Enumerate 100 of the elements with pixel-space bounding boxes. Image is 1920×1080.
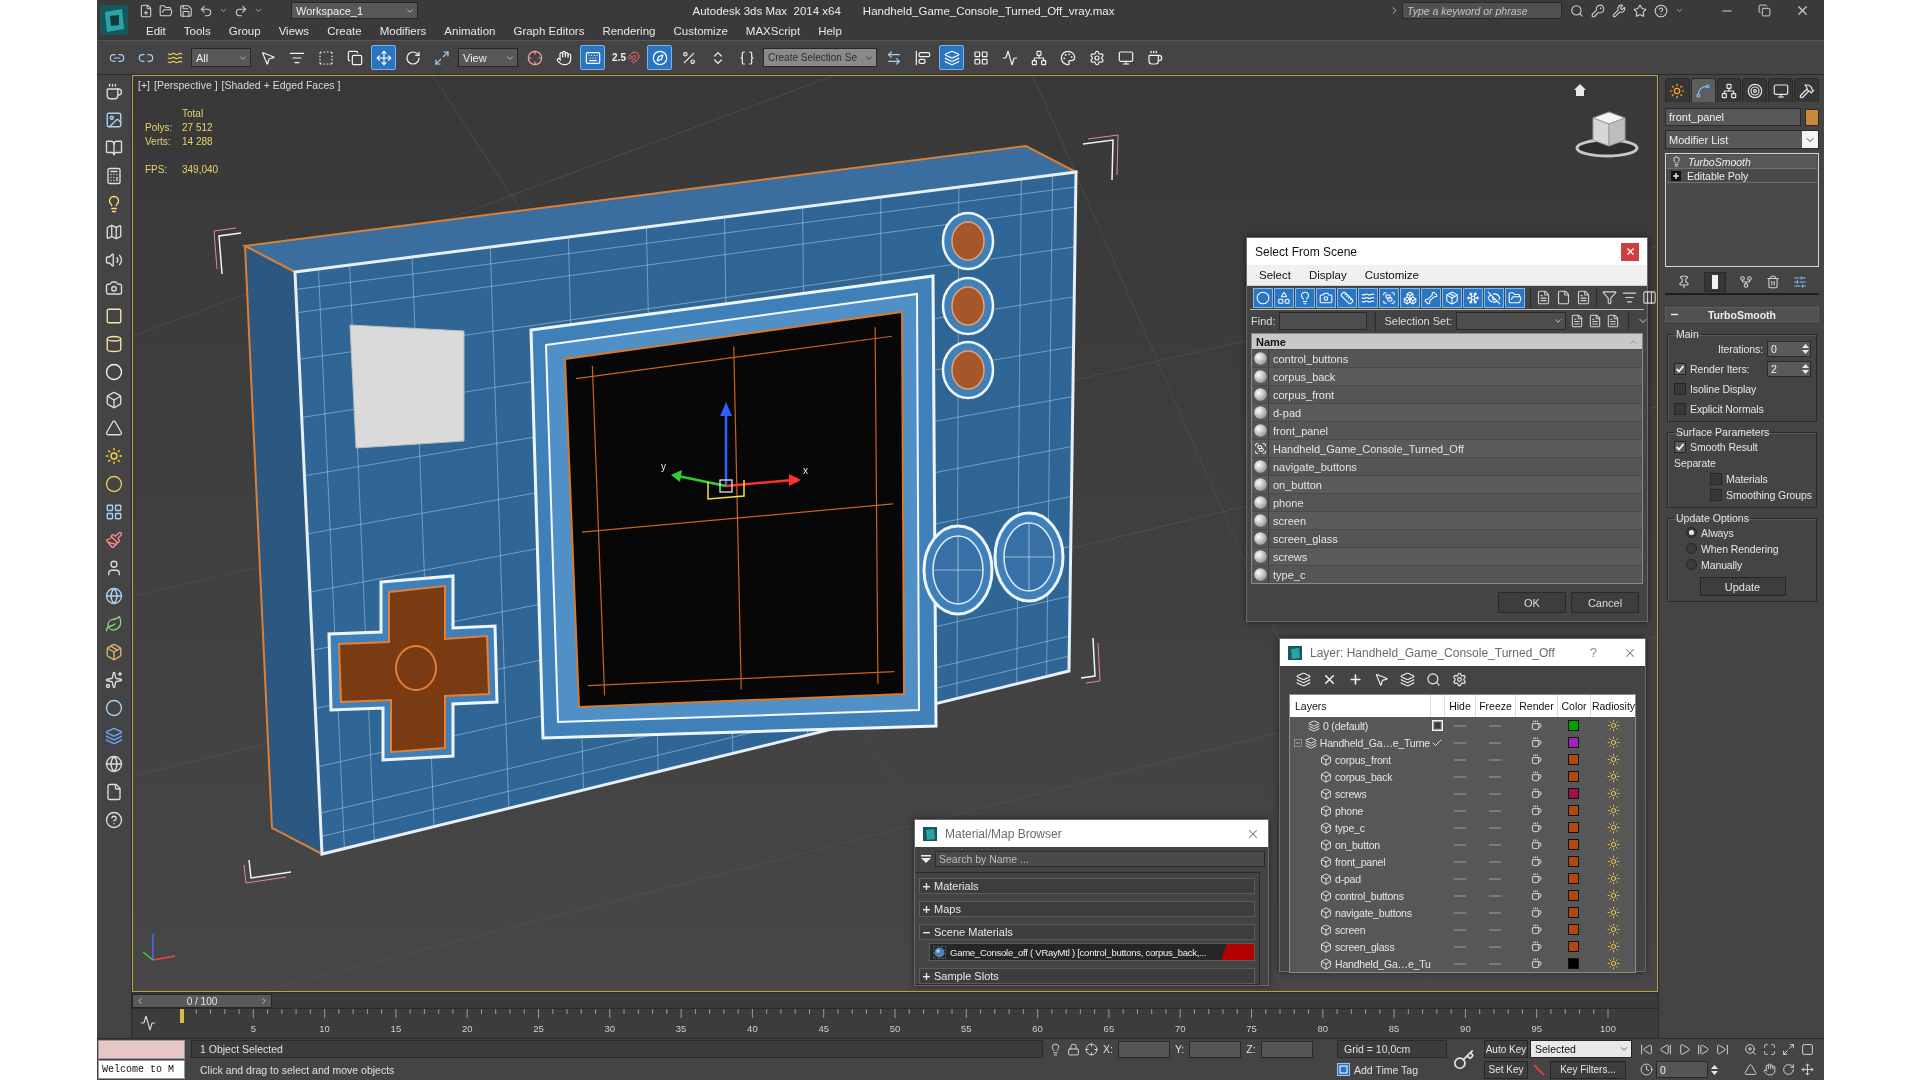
clock-icon[interactable] <box>1640 1063 1653 1077</box>
search-field[interactable]: Type a keyword or phrase <box>1402 2 1562 19</box>
cancel-button[interactable]: Cancel <box>1571 592 1639 613</box>
object-name-field[interactable]: front_panel <box>1665 108 1801 126</box>
spinner-field[interactable]: 2 <box>1767 360 1811 377</box>
triangle-icon[interactable] <box>1744 1063 1757 1077</box>
globe-icon[interactable] <box>105 587 123 605</box>
plus-icon[interactable] <box>923 972 930 980</box>
sun-icon[interactable] <box>1606 753 1620 766</box>
layers-icon[interactable] <box>1400 671 1415 687</box>
cup-icon[interactable] <box>105 83 123 101</box>
layers-icon[interactable] <box>105 727 123 745</box>
layer-object-row[interactable]: Handheld_Ga…e_Tu <box>1290 957 1430 970</box>
checkbox[interactable] <box>1674 382 1686 395</box>
swatch-icon[interactable] <box>1805 108 1819 126</box>
redo-icon[interactable] <box>234 3 248 18</box>
lock-icon[interactable] <box>1067 1042 1080 1056</box>
sun-icon[interactable] <box>1606 923 1620 936</box>
home-icon[interactable] <box>1574 84 1586 96</box>
coordinate-field[interactable] <box>1189 1040 1242 1058</box>
square-icon[interactable] <box>105 307 123 325</box>
workspace-dropdown[interactable]: Workspace_1 <box>291 2 418 19</box>
pin-icon[interactable] <box>1677 275 1692 289</box>
viewport-menu-label[interactable]: [Perspective ] <box>153 79 218 91</box>
cup-icon[interactable] <box>1530 805 1542 816</box>
object-list-row[interactable]: corpus_back <box>1252 367 1642 385</box>
crosshair-icon[interactable] <box>1085 1042 1098 1056</box>
plus-icon[interactable] <box>923 882 930 890</box>
display-tab[interactable] <box>1768 78 1794 102</box>
orbit-icon[interactable] <box>1782 1063 1795 1077</box>
coordinate-field[interactable] <box>1117 1040 1170 1058</box>
column-header[interactable]: Color <box>1557 695 1590 717</box>
help-button[interactable]: ? <box>1571 645 1615 660</box>
column-header[interactable]: Layers <box>1290 695 1430 717</box>
swatch-icon[interactable] <box>1568 788 1579 799</box>
close-icon[interactable] <box>1795 3 1810 18</box>
selection-filter-dropdown[interactable]: All <box>191 48 251 67</box>
children-filter-button[interactable] <box>1505 287 1525 308</box>
layer-object-row[interactable]: navigate_buttons <box>1290 906 1430 919</box>
angle-snap-button[interactable] <box>647 45 672 70</box>
book-icon[interactable] <box>105 139 123 157</box>
document-icon[interactable] <box>1606 314 1621 328</box>
sun-icon[interactable] <box>1606 838 1620 851</box>
object-list-row[interactable]: on_button <box>1252 475 1642 493</box>
circle-icon[interactable] <box>105 699 123 717</box>
frame-field[interactable]: 0 <box>1656 1061 1708 1079</box>
cameras-filter-button[interactable] <box>1316 287 1336 308</box>
sun-icon[interactable] <box>1606 787 1620 800</box>
square-icon[interactable] <box>1801 1042 1814 1056</box>
radio-button[interactable] <box>1686 543 1697 554</box>
sun-icon[interactable] <box>1606 719 1620 732</box>
swatch-icon[interactable] <box>1568 771 1579 782</box>
play-icon[interactable] <box>1678 1042 1691 1056</box>
object-list-row[interactable]: screen_glass <box>1252 529 1642 547</box>
cup-icon[interactable] <box>1530 856 1542 867</box>
category-header[interactable]: Maps <box>919 901 1255 917</box>
spinner-arrows-icon[interactable] <box>1802 342 1809 355</box>
checkbox[interactable] <box>1674 362 1686 375</box>
column-header[interactable]: Radiosity <box>1590 695 1636 717</box>
menu-item[interactable]: Customize <box>1364 269 1419 281</box>
auto-key-button[interactable]: Auto Key <box>1484 1040 1528 1059</box>
frozen-filter-button[interactable] <box>1463 287 1483 308</box>
sun-icon[interactable] <box>1606 804 1620 817</box>
page-icon[interactable] <box>1556 290 1571 305</box>
filter-icon[interactable] <box>1602 290 1617 305</box>
keyboard-override-button[interactable] <box>580 45 605 70</box>
column-header[interactable]: Name <box>1252 334 1642 349</box>
checkbox[interactable] <box>1710 472 1722 485</box>
menu-item[interactable]: Help <box>809 24 851 37</box>
object-list-row[interactable]: control_buttons <box>1252 349 1642 367</box>
move-icon[interactable] <box>1801 1063 1814 1077</box>
cup-icon[interactable] <box>1530 873 1542 884</box>
layer-object-row[interactable]: front_panel <box>1290 855 1430 868</box>
modifier-stack-item[interactable]: Editable Poly <box>1667 169 1817 183</box>
shapes-filter-button[interactable] <box>1274 287 1294 308</box>
object-list-row[interactable]: d-pad <box>1252 403 1642 421</box>
layer-object-row[interactable]: screen <box>1290 923 1430 936</box>
create-tab[interactable] <box>1665 78 1690 102</box>
restore-icon[interactable] <box>1758 4 1771 17</box>
lightbulb-icon[interactable] <box>1049 1042 1062 1056</box>
modify-tab[interactable] <box>1690 78 1716 102</box>
curve-graph-icon[interactable] <box>140 1015 156 1031</box>
layer-object-row[interactable]: screws <box>1290 787 1430 800</box>
helpers-filter-button[interactable] <box>1337 287 1357 308</box>
menu-item[interactable]: Rendering <box>593 24 665 37</box>
expand-icon[interactable] <box>1671 170 1681 181</box>
modifier-list-dropdown[interactable]: Modifier List <box>1665 130 1819 149</box>
camera-icon[interactable] <box>105 279 123 297</box>
step-forward-icon[interactable] <box>1697 1042 1710 1056</box>
lights-filter-button[interactable] <box>1295 287 1315 308</box>
cup-icon[interactable] <box>1530 720 1542 731</box>
sun-icon[interactable] <box>1606 872 1620 885</box>
file-icon[interactable] <box>105 783 123 801</box>
show-end-result-button[interactable] <box>1704 272 1727 292</box>
hidden-filter-button[interactable] <box>1484 287 1504 308</box>
layers-icon[interactable] <box>1296 671 1311 687</box>
hand-icon[interactable] <box>1763 1063 1776 1077</box>
time-slider-thumb[interactable]: 0 / 100 <box>132 994 272 1008</box>
cup-icon[interactable] <box>1530 822 1542 833</box>
layer-explorer-button[interactable] <box>939 45 964 70</box>
